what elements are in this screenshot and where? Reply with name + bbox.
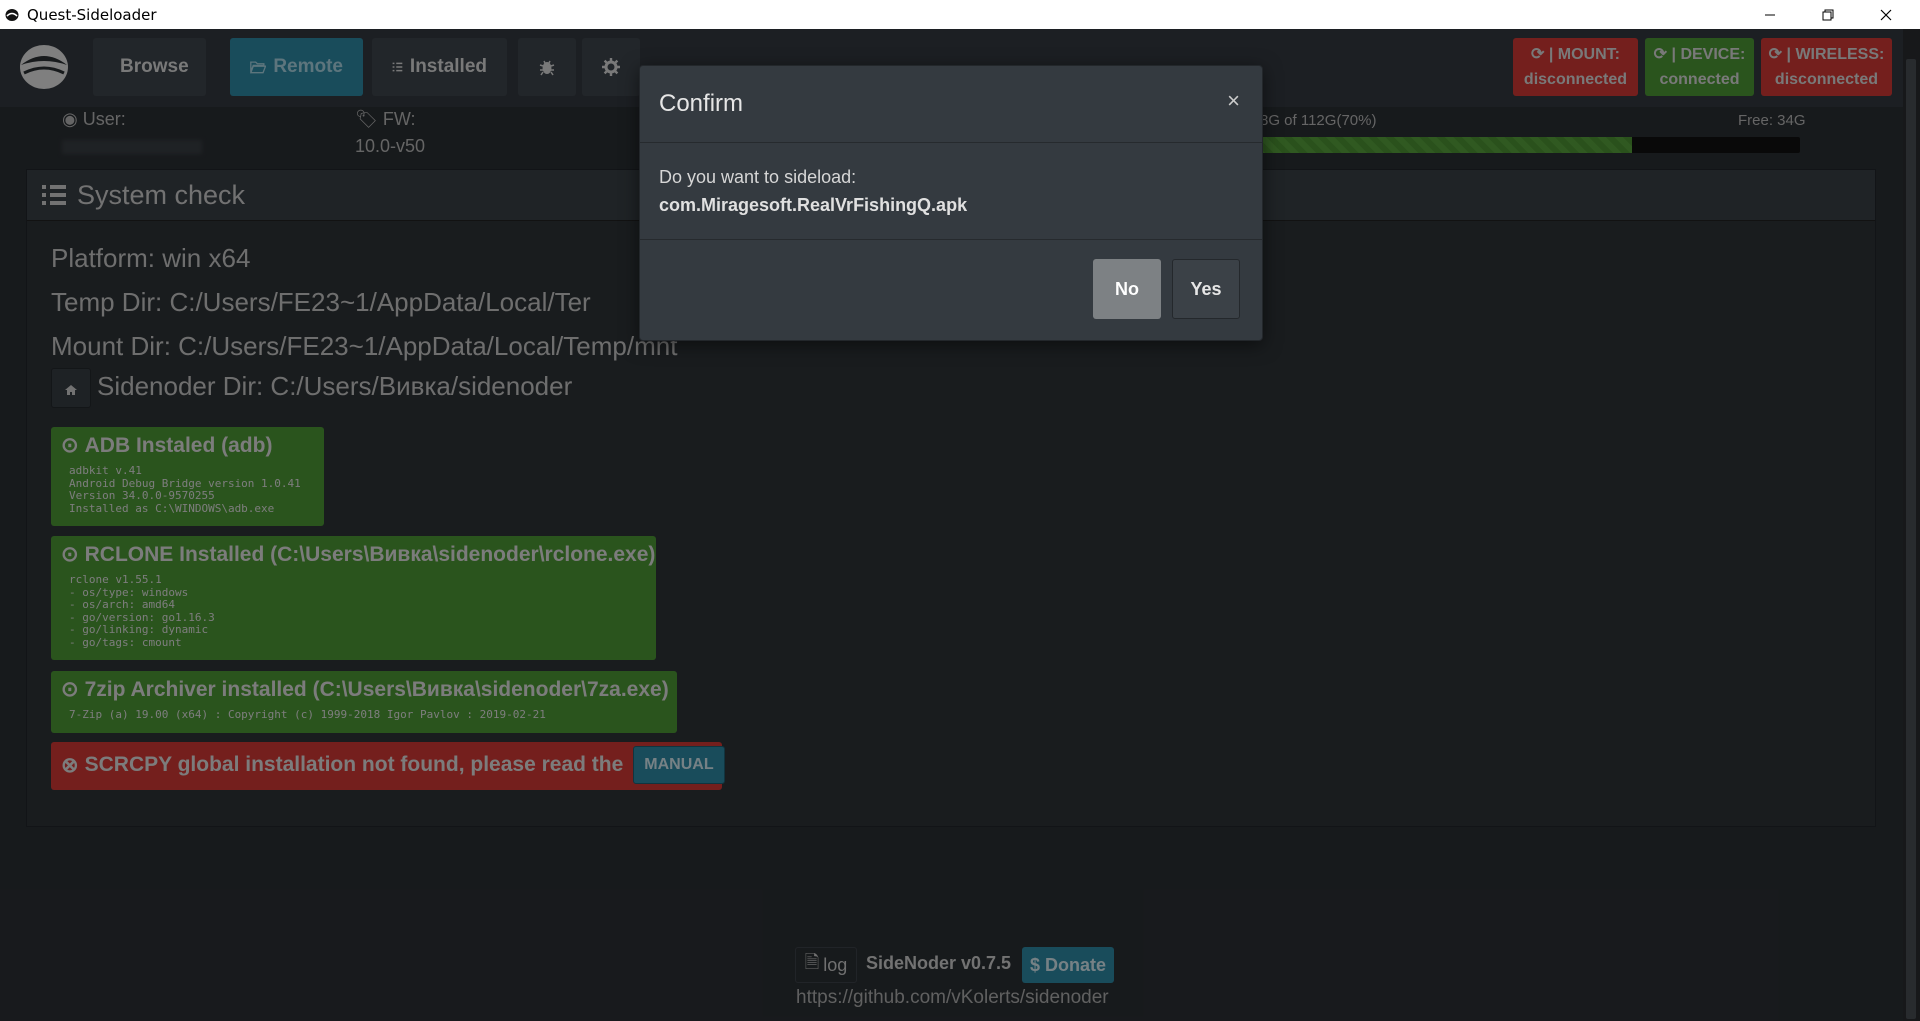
restore-button[interactable] xyxy=(1805,0,1851,29)
dialog-header: Confirm × xyxy=(640,66,1262,143)
app-icon xyxy=(5,9,19,21)
minimize-button[interactable] xyxy=(1747,0,1793,29)
minimize-icon xyxy=(1765,14,1775,15)
close-window-button[interactable] xyxy=(1863,0,1909,29)
dialog-body: Do you want to sideload: com.Miragesoft.… xyxy=(640,143,1262,240)
restore-icon xyxy=(1822,9,1834,20)
dialog-close-button[interactable]: × xyxy=(1227,88,1240,114)
dialog-filename: com.Miragesoft.RealVrFishingQ.apk xyxy=(659,195,968,215)
no-button[interactable]: No xyxy=(1093,259,1161,319)
dialog-title: Confirm xyxy=(659,90,744,117)
close-icon xyxy=(1880,9,1892,20)
dialog-question: Do you want to sideload: xyxy=(659,167,857,187)
window-titlebar: Quest-Sideloader xyxy=(0,0,1920,29)
confirm-dialog: Confirm × Do you want to sideload: com.M… xyxy=(639,65,1263,341)
yes-button[interactable]: Yes xyxy=(1172,259,1240,319)
window-title: Quest-Sideloader xyxy=(27,6,157,24)
